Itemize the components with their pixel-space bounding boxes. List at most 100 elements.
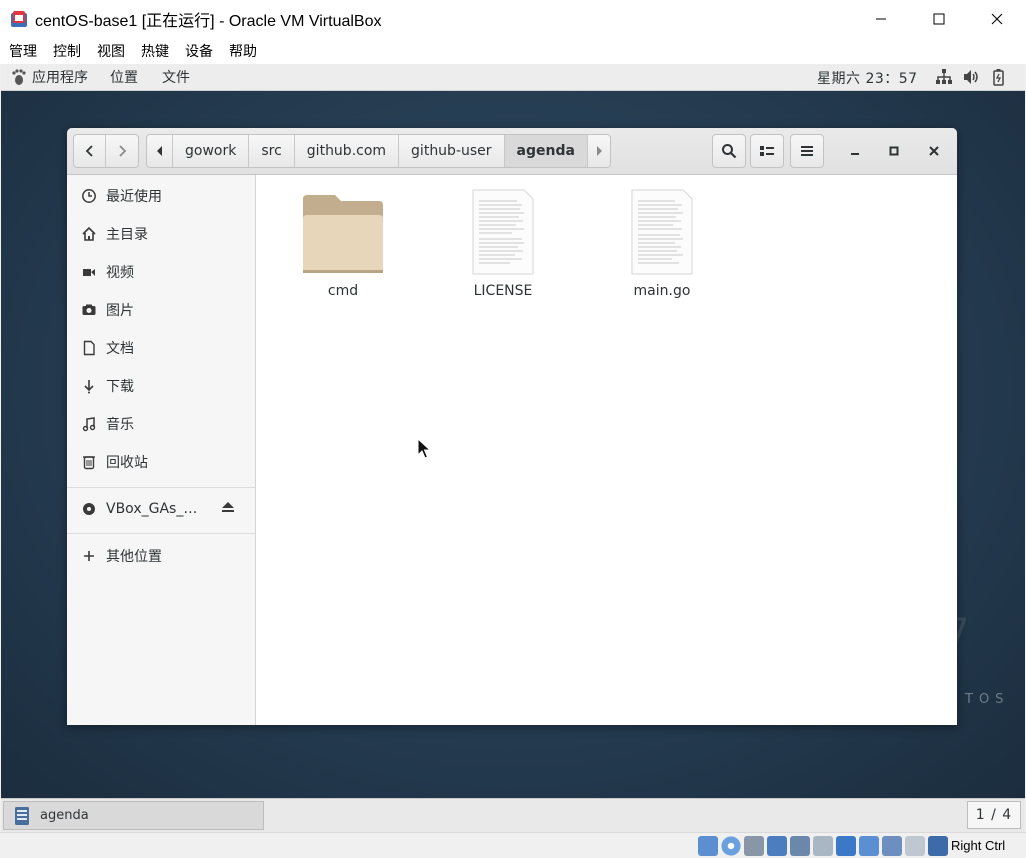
sidebar-item-label: 图片 — [106, 303, 134, 319]
sidebar-item-label: 最近使用 — [106, 189, 162, 205]
arrow-right-icon — [596, 146, 602, 156]
chevron-right-icon — [119, 145, 127, 157]
foot-icon — [12, 69, 26, 85]
menu-devices[interactable]: 设备 — [185, 41, 213, 61]
taskbar-item-agenda[interactable]: agenda — [3, 801, 264, 830]
search-icon — [722, 144, 737, 159]
menu-help[interactable]: 帮助 — [229, 41, 257, 61]
file-name: LICENSE — [473, 283, 533, 299]
video-icon — [81, 264, 97, 280]
text-file-icon — [472, 189, 534, 275]
maximize-button[interactable] — [910, 0, 968, 38]
view-toggle-button[interactable] — [750, 134, 784, 168]
file-item-license[interactable]: LICENSE — [453, 183, 553, 299]
file-item-cmd[interactable]: cmd — [293, 183, 393, 299]
text-file-icon — [631, 189, 693, 275]
menu-button[interactable] — [790, 134, 824, 168]
taskbar-item-label: agenda — [40, 808, 89, 823]
path-scroll-left-button[interactable] — [147, 135, 173, 167]
camera-icon — [81, 302, 97, 318]
network-icon — [936, 69, 952, 84]
maximize-icon — [933, 13, 945, 25]
sidebar-item-label: 音乐 — [106, 417, 134, 433]
sidebar-item-device[interactable]: VBox_GAs_… — [67, 491, 255, 527]
guest-display: 应用程序 位置 文件 星期六 23：57 7 TOS — [1, 64, 1025, 798]
eject-icon — [222, 502, 234, 512]
eject-button[interactable] — [221, 500, 235, 518]
sidebar-item-music[interactable]: 音乐 — [67, 406, 255, 442]
sidebar-item-label: 视频 — [106, 265, 134, 281]
close-button[interactable] — [968, 0, 1026, 38]
network-adapter-icon[interactable] — [767, 836, 787, 856]
path-bar: gowork src github.com github-user agenda — [146, 134, 611, 168]
menu-hotkey[interactable]: 热键 — [141, 41, 169, 61]
search-button[interactable] — [712, 134, 746, 168]
video-capture-icon[interactable] — [859, 836, 879, 856]
hamburger-icon — [801, 146, 813, 156]
sidebar-separator — [67, 487, 255, 488]
trash-icon — [81, 454, 97, 470]
places-menu[interactable]: 位置 — [110, 67, 138, 87]
minimize-icon — [851, 153, 859, 155]
shared-folders-icon[interactable] — [813, 836, 833, 856]
window-maximize-button[interactable] — [877, 134, 911, 168]
sidebar-item-videos[interactable]: 视频 — [67, 254, 255, 290]
path-segment-src[interactable]: src — [249, 135, 295, 167]
window-close-button[interactable] — [917, 134, 951, 168]
path-segment-gowork[interactable]: gowork — [173, 135, 250, 167]
host-key-label: Right Ctrl — [951, 838, 1006, 853]
vbox-menubar: 管理 控制 视图 热键 设备 帮助 — [0, 38, 1026, 64]
sidebar-item-pictures[interactable]: 图片 — [67, 292, 255, 328]
file-view: cmd LICENSE main.go — [257, 175, 957, 725]
sidebar-item-other-locations[interactable]: 其他位置 — [67, 538, 255, 574]
workspace-pager[interactable]: 1 / 4 — [967, 801, 1021, 829]
sidebar-item-trash[interactable]: 回收站 — [67, 444, 255, 480]
usb-icon[interactable] — [790, 836, 810, 856]
optical-drive-icon[interactable] — [721, 836, 741, 856]
sidebar-item-downloads[interactable]: 下载 — [67, 368, 255, 404]
path-segment-github-user[interactable]: github-user — [399, 135, 505, 167]
display-icon[interactable] — [836, 836, 856, 856]
close-icon — [991, 13, 1003, 25]
virtualbox-logo-icon — [11, 11, 27, 27]
guest-window-list-panel: agenda 1 / 4 — [1, 798, 1025, 832]
folder-icon — [303, 195, 383, 273]
music-icon — [81, 416, 97, 432]
sidebar-item-documents[interactable]: 文档 — [67, 330, 255, 366]
sidebar-item-home[interactable]: 主目录 — [67, 216, 255, 252]
window-minimize-button[interactable] — [838, 134, 872, 168]
sidebar-item-label: 其他位置 — [106, 549, 162, 565]
sidebar-item-label: 主目录 — [106, 227, 148, 243]
file-item-main-go[interactable]: main.go — [612, 183, 712, 299]
mouse-integration-icon[interactable] — [905, 836, 925, 856]
window-title-bar: centOS-base1 [正在运行] - Oracle VM VirtualB… — [0, 0, 1026, 38]
system-tray[interactable] — [935, 68, 1007, 86]
hard-disk-icon[interactable] — [698, 836, 718, 856]
path-segment-github-com[interactable]: github.com — [295, 135, 400, 167]
file-name: cmd — [327, 283, 359, 299]
menu-view[interactable]: 视图 — [97, 41, 125, 61]
wallpaper-text: TOS — [965, 692, 1010, 707]
header-bar: gowork src github.com github-user agenda — [67, 128, 957, 175]
gnome-top-bar: 应用程序 位置 文件 星期六 23：57 — [1, 64, 1025, 91]
forward-button[interactable] — [106, 135, 138, 167]
cpu-icon[interactable] — [882, 836, 902, 856]
plus-icon — [81, 548, 97, 564]
back-button[interactable] — [74, 135, 106, 167]
path-scroll-right-button[interactable] — [588, 135, 610, 167]
files-menu[interactable]: 文件 — [162, 67, 190, 87]
keyboard-capture-icon[interactable] — [928, 836, 948, 856]
audio-icon[interactable] — [744, 836, 764, 856]
clock[interactable]: 星期六 23：57 — [817, 68, 918, 88]
menu-manage[interactable]: 管理 — [9, 41, 37, 61]
minimize-button[interactable] — [852, 0, 910, 38]
places-sidebar: 最近使用 主目录 视频 图片 文档 下载 音乐 回收站 VBox_GAs_… 其… — [67, 175, 256, 725]
sidebar-item-label: 文档 — [106, 341, 134, 357]
download-icon — [81, 378, 97, 394]
path-segment-agenda[interactable]: agenda — [504, 135, 588, 167]
nav-buttons — [73, 134, 139, 168]
maximize-icon — [889, 146, 899, 156]
sidebar-item-recent[interactable]: 最近使用 — [67, 178, 255, 214]
menu-control[interactable]: 控制 — [53, 41, 81, 61]
applications-menu[interactable]: 应用程序 — [10, 67, 88, 87]
